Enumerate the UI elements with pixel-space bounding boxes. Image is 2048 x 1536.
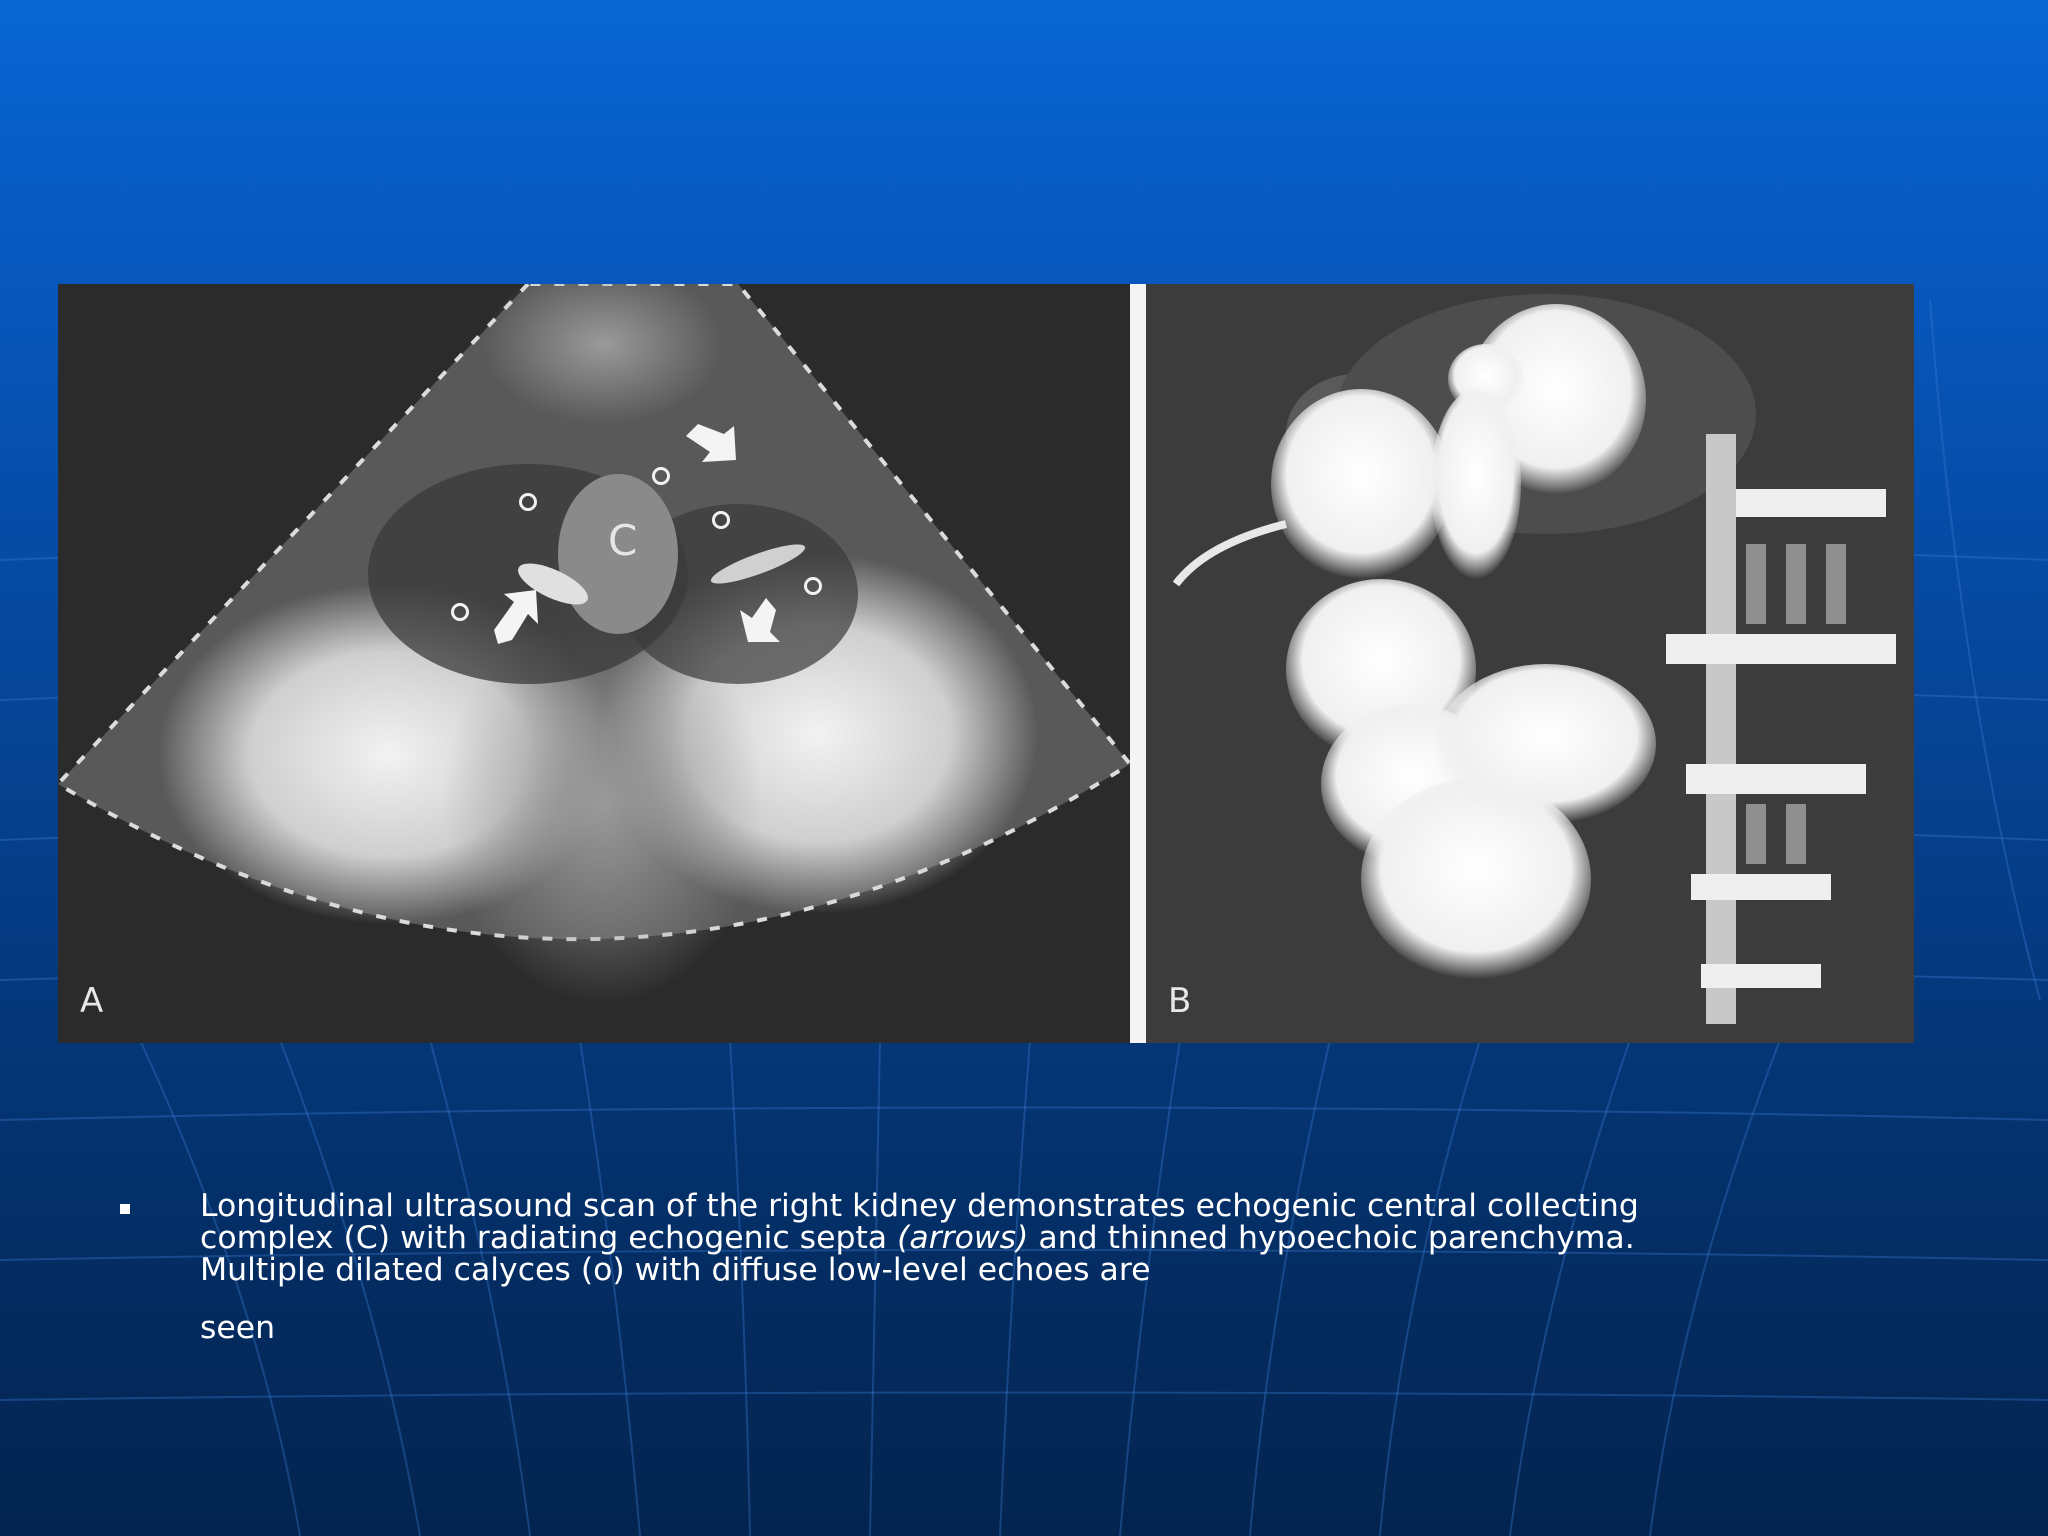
caption-tail: seen <box>200 1310 276 1346</box>
panel-b-label: B <box>1168 981 1192 1021</box>
radiograph-image-panel: B <box>1146 284 1914 1043</box>
panel-a-label: A <box>80 981 104 1021</box>
calyx-marker <box>519 493 537 511</box>
calyx-marker <box>652 467 670 485</box>
calyx-marker <box>451 603 469 621</box>
calyx-marker <box>712 511 730 529</box>
ultrasound-image-panel: C A <box>58 284 1130 1043</box>
bullet-icon <box>120 1204 130 1214</box>
figure-caption: Longitudinal ultrasound scan of the righ… <box>120 1190 1760 1344</box>
caption-italic: (arrows) <box>897 1220 1029 1256</box>
calyx-marker <box>804 577 822 595</box>
collecting-complex-label: C <box>608 516 638 565</box>
ultrasound-scan-image <box>58 284 1130 1004</box>
pyelogram-image <box>1146 284 1914 1043</box>
panel-divider <box>1130 284 1146 1043</box>
caption-text: Longitudinal ultrasound scan of the righ… <box>200 1190 1760 1286</box>
